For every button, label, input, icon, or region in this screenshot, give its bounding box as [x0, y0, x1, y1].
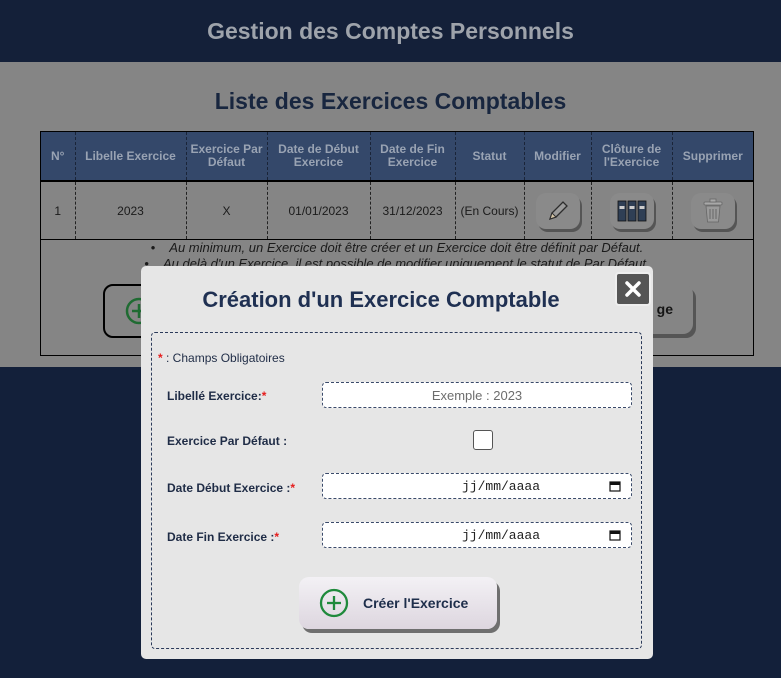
- exercices-table: N° Libelle Exercice Exercice Par Défaut …: [41, 132, 753, 240]
- cell-num: 1: [41, 181, 76, 240]
- binders-icon: [617, 200, 646, 221]
- cell-date-fin: 31/12/2023: [370, 181, 456, 240]
- required-note-text: : Champs Obligatoires: [166, 351, 285, 365]
- date-debut-input[interactable]: jj/mm/aaaa: [322, 473, 632, 499]
- cell-defaut: X: [186, 181, 268, 240]
- defaut-label: Exercice Par Défaut :: [167, 434, 288, 448]
- modal-title: Création d'un Exercice Comptable: [202, 287, 560, 312]
- calendar-icon[interactable]: [609, 529, 621, 541]
- date-fin-label-text: Date Fin Exercice :: [167, 530, 275, 544]
- create-exercise-button[interactable]: Créer l'Exercice: [299, 577, 497, 629]
- date-fin-input[interactable]: jj/mm/aaaa: [322, 522, 632, 548]
- cell-statut: (En Cours): [455, 181, 525, 240]
- app-title: Gestion des Comptes Personnels: [207, 17, 574, 44]
- secondary-action-label: ge: [656, 301, 673, 317]
- app-header: Gestion des Comptes Personnels: [0, 0, 781, 62]
- cell-date-debut: 01/01/2023: [267, 181, 371, 240]
- note-item: Au minimum, un Exercice doit être créer …: [41, 240, 753, 256]
- required-marker: *: [290, 481, 296, 495]
- create-exercise-modal: Création d'un Exercice Comptable * : Cha…: [141, 266, 653, 659]
- column-header: Modifier: [524, 132, 592, 182]
- plus-circle-icon: [319, 588, 349, 618]
- column-header: Libelle Exercice: [75, 132, 187, 182]
- edit-button[interactable]: [535, 192, 580, 229]
- date-debut-value: jj/mm/aaaa: [461, 478, 540, 494]
- create-exercise-label: Créer l'Exercice: [363, 595, 469, 611]
- required-marker: *: [261, 389, 267, 403]
- column-header: Statut: [455, 132, 525, 182]
- trash-icon: [703, 198, 723, 222]
- date-debut-label-text: Date Début Exercice :: [167, 481, 291, 495]
- pencil-icon: [548, 200, 568, 220]
- page-title: Liste des Exercices Comptables: [214, 88, 567, 114]
- cell-cloture: [591, 181, 673, 240]
- required-marker: *: [158, 351, 163, 365]
- libelle-label: Libellé Exercice:*: [167, 389, 266, 403]
- defaut-checkbox[interactable]: [473, 430, 493, 450]
- libelle-placeholder: Exemple : 2023: [431, 387, 523, 403]
- column-header: Date de Fin Exercice: [370, 132, 456, 182]
- cell-libelle: 2023: [75, 181, 187, 240]
- table-header-row: N° Libelle Exercice Exercice Par Défaut …: [41, 132, 753, 182]
- cell-supprimer: [672, 181, 753, 240]
- column-header: N°: [41, 132, 76, 182]
- libelle-label-text: Libellé Exercice:: [167, 389, 262, 403]
- date-fin-label: Date Fin Exercice :*: [167, 530, 279, 544]
- calendar-icon[interactable]: [609, 480, 621, 492]
- column-header: Supprimer: [672, 132, 753, 182]
- close-icon: [625, 281, 641, 297]
- delete-button[interactable]: [690, 192, 735, 229]
- required-fields-note: * : Champs Obligatoires: [158, 351, 285, 365]
- date-fin-value: jj/mm/aaaa: [461, 527, 540, 543]
- cell-modifier: [524, 181, 592, 240]
- column-header: Date de Début Exercice: [267, 132, 371, 182]
- column-header: Clôture de l'Exercice: [591, 132, 673, 182]
- close-exercise-button[interactable]: [609, 192, 654, 229]
- column-header: Exercice Par Défaut: [186, 132, 268, 182]
- create-exercise-form: * : Champs Obligatoires Libellé Exercice…: [151, 332, 642, 649]
- table-row: 1 2023 X 01/01/2023 31/12/2023 (En Cours…: [41, 181, 753, 240]
- required-marker: *: [274, 530, 280, 544]
- libelle-input[interactable]: Exemple : 2023: [322, 382, 632, 408]
- date-debut-label: Date Début Exercice :*: [167, 481, 295, 495]
- close-modal-button[interactable]: [615, 272, 651, 306]
